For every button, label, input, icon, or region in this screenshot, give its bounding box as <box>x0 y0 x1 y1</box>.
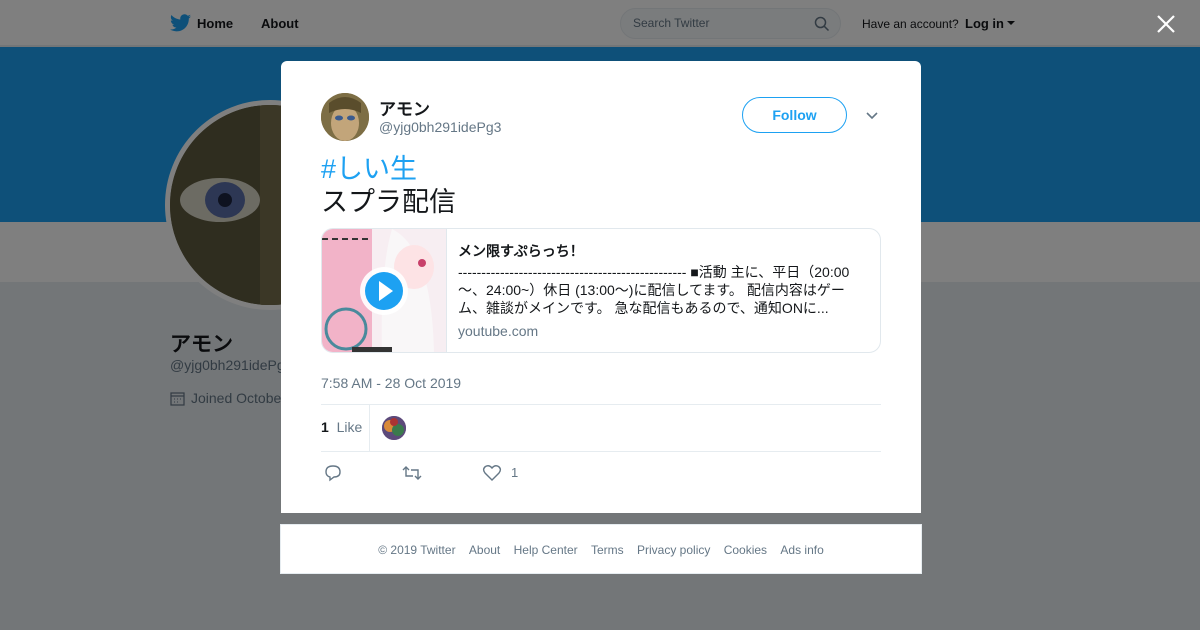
stat-separator <box>369 405 370 451</box>
liker-avatar[interactable] <box>382 416 406 440</box>
footer: © 2019 Twitter About Help Center Terms P… <box>280 524 922 574</box>
footer-link-cookies[interactable]: Cookies <box>724 543 767 557</box>
footer-copyright: © 2019 Twitter <box>378 543 456 557</box>
likes-stat[interactable]: 1 Like <box>321 419 362 435</box>
likes-label: Like <box>336 419 363 435</box>
footer-link-terms[interactable]: Terms <box>591 543 624 557</box>
divider <box>321 404 881 405</box>
likes-count: 1 <box>321 419 329 435</box>
follow-button[interactable]: Follow <box>742 97 847 133</box>
close-icon[interactable] <box>1155 13 1177 35</box>
footer-link-about[interactable]: About <box>469 543 500 557</box>
card-title[interactable]: メン限すぷらっち！ <box>458 241 584 261</box>
card-domain: youtube.com <box>458 323 539 339</box>
tweet-modal: アモン @yjg0bh291idePg3 Follow #しい生 スプラ配信 メ… <box>281 61 921 513</box>
footer-link-privacy[interactable]: Privacy policy <box>637 543 710 557</box>
author-handle[interactable]: @yjg0bh291idePg3 <box>379 119 501 135</box>
divider <box>321 451 881 452</box>
card-thumbnail[interactable] <box>322 229 447 352</box>
chevron-down-icon[interactable] <box>865 111 879 121</box>
heart-icon[interactable] <box>482 464 502 482</box>
author-avatar[interactable] <box>321 93 369 141</box>
footer-link-help-center[interactable]: Help Center <box>514 543 578 557</box>
reply-icon[interactable] <box>323 464 343 482</box>
footer-link-ads-info[interactable]: Ads info <box>780 543 823 557</box>
liker-avatar-illustration <box>382 416 406 440</box>
tweet-timestamp[interactable]: 7:58 AM - 28 Oct 2019 <box>321 375 461 391</box>
tweet-body: スプラ配信 <box>321 187 456 217</box>
link-card[interactable]: メン限すぷらっち！ ------------------------------… <box>321 228 881 353</box>
footer-links: © 2019 Twitter About Help Center Terms P… <box>281 543 921 557</box>
author-avatar-illustration <box>321 93 369 141</box>
hashtag-link[interactable]: #しい生 <box>321 153 456 186</box>
play-icon[interactable] <box>359 266 409 316</box>
like-action-count: 1 <box>511 465 519 480</box>
card-description: ----------------------------------------… <box>458 264 850 316</box>
retweet-icon[interactable] <box>401 464 423 482</box>
tweet-text: #しい生 スプラ配信 <box>321 153 456 219</box>
author-name[interactable]: アモン <box>379 95 430 120</box>
